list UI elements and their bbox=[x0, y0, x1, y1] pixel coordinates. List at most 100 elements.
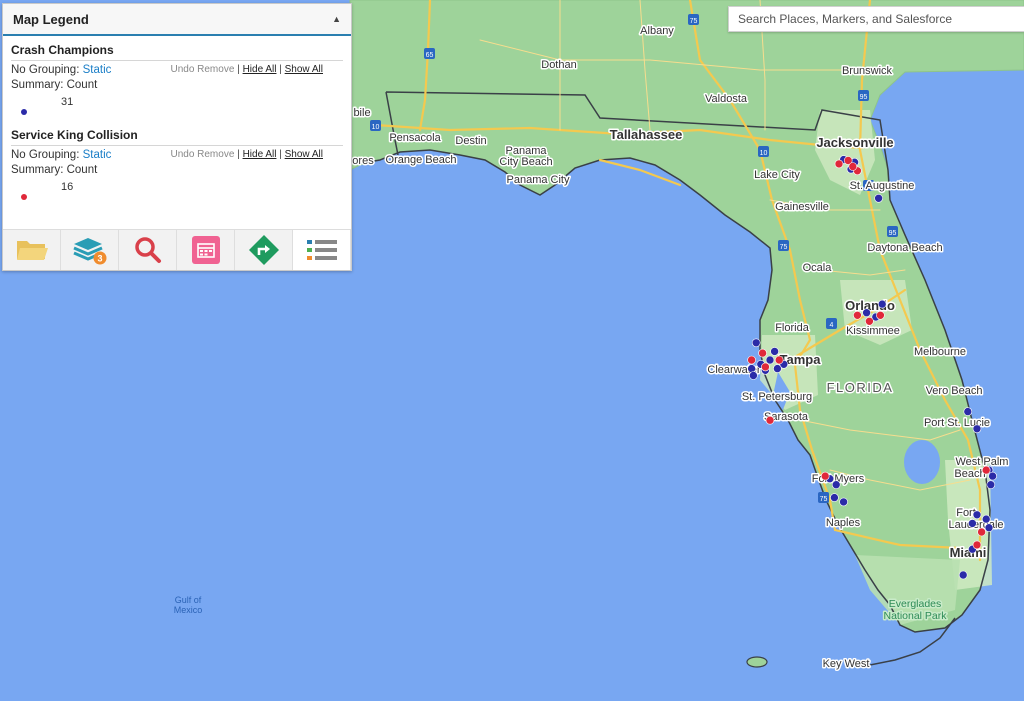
city-label-naples: Naples bbox=[826, 517, 861, 529]
svg-text:4: 4 bbox=[830, 322, 834, 329]
hide-all-link[interactable]: Hide All bbox=[243, 64, 277, 75]
crash-champions-marker[interactable] bbox=[972, 510, 982, 520]
city-label-vero-beach: Vero Beach bbox=[926, 385, 983, 397]
service-king-marker[interactable] bbox=[774, 355, 784, 365]
calendar-button[interactable] bbox=[177, 230, 235, 270]
city-label-st-augustine: St. Augustine bbox=[850, 180, 915, 192]
city-label-mobile-partial: bile bbox=[353, 107, 370, 119]
city-label-fort-lauderdale-1: Fort bbox=[956, 507, 976, 519]
marker-count: 16 bbox=[61, 181, 74, 193]
city-label-panama-city: Panama City bbox=[507, 174, 570, 186]
layer-name: Crash Champions bbox=[11, 43, 343, 61]
water-label-gulf-1: Gulf of bbox=[175, 595, 202, 605]
service-king-marker[interactable] bbox=[865, 316, 874, 326]
undo-remove-link[interactable]: Undo Remove bbox=[170, 149, 234, 160]
svg-text:65: 65 bbox=[426, 52, 434, 59]
crash-champions-marker[interactable] bbox=[981, 514, 991, 524]
summary-info: Summary: Count bbox=[11, 79, 343, 91]
service-king-marker[interactable] bbox=[853, 310, 862, 320]
crash-champions-marker[interactable] bbox=[749, 371, 758, 380]
directions-button[interactable] bbox=[235, 230, 293, 270]
hide-all-link[interactable]: Hide All bbox=[243, 149, 277, 160]
layer-name: Service King Collision bbox=[11, 128, 343, 146]
crash-champions-marker[interactable] bbox=[831, 480, 841, 490]
crash-champions-marker[interactable] bbox=[877, 299, 887, 309]
legend-marker-row[interactable]: 31 bbox=[11, 91, 343, 121]
legend-list-icon bbox=[306, 240, 337, 260]
crash-champions-marker[interactable] bbox=[972, 424, 982, 434]
city-label-orange-beach: Orange Beach bbox=[386, 154, 457, 166]
city-label-jacksonville: Jacksonville bbox=[816, 135, 893, 150]
city-label-west-palm-1: West Palm bbox=[956, 456, 1009, 468]
legend-list-button[interactable] bbox=[293, 230, 351, 270]
crash-champions-marker[interactable] bbox=[963, 407, 973, 416]
water-label-gulf-2: Mexico bbox=[174, 605, 203, 615]
calendar-icon bbox=[191, 236, 220, 264]
shield-i95-south: 95 bbox=[887, 226, 898, 237]
svg-text:95: 95 bbox=[860, 94, 868, 101]
crash-champions-marker[interactable] bbox=[839, 497, 848, 507]
svg-text:75: 75 bbox=[690, 18, 698, 25]
shield-i75-south: 75 bbox=[818, 492, 829, 503]
city-label-florida: Florida bbox=[775, 322, 810, 334]
city-label-valdosta: Valdosta bbox=[705, 93, 748, 105]
legend-title: Map Legend bbox=[13, 11, 89, 27]
city-label-gainesville: Gainesville bbox=[775, 201, 829, 213]
collapse-arrow-icon[interactable]: ▲ bbox=[332, 14, 341, 24]
city-label-destin: Destin bbox=[455, 135, 486, 147]
summary-link[interactable]: Count bbox=[67, 164, 98, 176]
crash-champions-marker[interactable] bbox=[765, 355, 775, 365]
service-king-marker[interactable] bbox=[758, 348, 767, 358]
show-all-link[interactable]: Show All bbox=[285, 64, 323, 75]
city-label-panama-city-beach-2: City Beach bbox=[499, 156, 552, 168]
crash-champions-marker[interactable] bbox=[874, 194, 883, 203]
summary-link[interactable]: Count bbox=[67, 79, 98, 91]
service-king-marker[interactable] bbox=[820, 471, 830, 481]
grouping-info: No Grouping: Static bbox=[11, 64, 111, 76]
search-button[interactable] bbox=[119, 230, 177, 270]
city-label-ocala: Ocala bbox=[803, 262, 833, 274]
marker-dot-icon bbox=[21, 109, 27, 115]
crash-champions-marker[interactable] bbox=[830, 493, 839, 502]
service-king-marker[interactable] bbox=[977, 527, 986, 537]
service-king-marker[interactable] bbox=[981, 465, 991, 475]
city-label-dothan: Dothan bbox=[541, 59, 576, 71]
crash-champions-marker[interactable] bbox=[986, 480, 996, 490]
service-king-marker[interactable] bbox=[747, 355, 756, 365]
summary-info: Summary: Count bbox=[11, 164, 343, 176]
crash-champions-marker[interactable] bbox=[862, 308, 871, 318]
show-all-link[interactable]: Show All bbox=[285, 149, 323, 160]
crash-champions-marker[interactable] bbox=[773, 364, 782, 373]
crash-champions-marker[interactable] bbox=[968, 519, 977, 528]
service-king-marker[interactable] bbox=[972, 540, 982, 550]
service-king-marker[interactable] bbox=[761, 362, 770, 372]
service-king-marker[interactable] bbox=[834, 159, 844, 169]
folder-button[interactable] bbox=[3, 230, 61, 270]
city-label-lake-city: Lake City bbox=[754, 169, 800, 181]
crash-champions-marker[interactable] bbox=[751, 338, 761, 348]
layers-button[interactable]: 3 bbox=[61, 230, 119, 270]
service-king-marker[interactable] bbox=[876, 310, 885, 320]
crash-champions-marker[interactable] bbox=[988, 471, 997, 481]
crash-champions-marker[interactable] bbox=[770, 347, 779, 356]
grouping-info: No Grouping: Static bbox=[11, 149, 111, 161]
legend-header[interactable]: Map Legend ▲ bbox=[3, 4, 351, 36]
crash-champions-marker[interactable] bbox=[958, 570, 968, 580]
city-label-tallahassee: Tallahassee bbox=[610, 127, 683, 142]
service-king-marker[interactable] bbox=[848, 162, 858, 171]
shield-i75-central: 75 bbox=[778, 240, 789, 251]
search-input[interactable] bbox=[728, 6, 1024, 32]
grouping-link[interactable]: Static bbox=[83, 64, 112, 76]
state-label-florida: FLORIDA bbox=[827, 380, 894, 395]
grouping-link[interactable]: Static bbox=[83, 149, 112, 161]
dry-tortugas bbox=[746, 656, 768, 668]
map-legend-panel: Map Legend ▲ Crash Champions No Grouping… bbox=[2, 3, 352, 271]
crash-champions-marker[interactable] bbox=[984, 523, 994, 533]
svg-text:95: 95 bbox=[889, 230, 897, 237]
marker-count: 31 bbox=[61, 96, 74, 108]
service-king-marker[interactable] bbox=[765, 415, 775, 425]
legend-marker-row[interactable]: 16 bbox=[11, 176, 343, 206]
grouping-label: No Grouping: bbox=[11, 149, 80, 161]
undo-remove-link[interactable]: Undo Remove bbox=[170, 64, 234, 75]
separator: | bbox=[237, 149, 240, 160]
